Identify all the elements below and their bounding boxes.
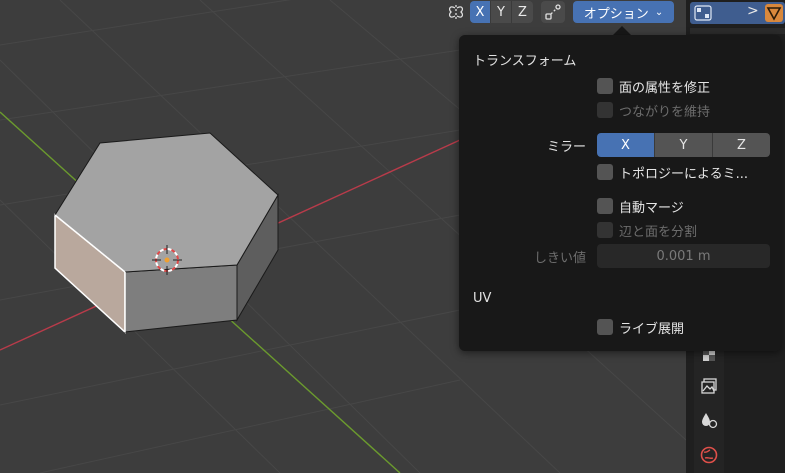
live-unwrap-label: ライブ展開	[619, 321, 685, 337]
outliner-selected-row[interactable]: >	[690, 2, 785, 24]
axis-z-button[interactable]: Z	[512, 1, 533, 23]
mirror-z-button[interactable]: Z	[713, 133, 770, 157]
correct-face-attributes-label: 面の属性を修正	[619, 80, 711, 96]
correct-face-attributes-checkbox[interactable]: 面の属性を修正	[597, 76, 710, 96]
topology-mirror-label: トポロジーによるミ...	[619, 166, 749, 182]
threshold-input[interactable]: 0.001 m	[597, 244, 770, 268]
chevron-right-icon[interactable]: >	[747, 3, 759, 19]
automerge-label: 自動マージ	[619, 200, 684, 216]
transform-section-title: トランスフォーム	[473, 54, 577, 69]
checkbox-box[interactable]	[597, 198, 613, 214]
options-label: オプション	[583, 6, 649, 22]
physics-tab-icon[interactable]	[694, 405, 724, 435]
uv-section-title: UV	[473, 291, 492, 306]
split-edges-faces-checkbox[interactable]: 辺と面を分割	[597, 220, 697, 240]
image-tab-icon[interactable]	[694, 371, 724, 401]
axis-y-button[interactable]: Y	[491, 1, 512, 23]
automerge-checkbox[interactable]: 自動マージ	[597, 196, 684, 216]
mirror-row-label: ミラー	[546, 140, 586, 155]
prism-front-face	[124, 264, 238, 333]
keep-connected-label: つながりを維持	[619, 104, 711, 120]
checkbox-box[interactable]	[597, 78, 613, 94]
outliner-next-row[interactable]	[690, 28, 785, 34]
object-icon	[694, 5, 712, 21]
mesh-data-icon	[765, 4, 783, 22]
options-dropdown-button[interactable]: オプション ⌄	[573, 1, 674, 23]
hexagonal-prism[interactable]	[54, 132, 279, 334]
snap-icon[interactable]	[541, 1, 565, 23]
chevron-down-icon: ⌄	[654, 6, 664, 18]
topology-mirror-checkbox[interactable]: トポロジーによるミ...	[597, 162, 748, 182]
axis-x-button[interactable]: X	[470, 1, 491, 23]
mirror-y-button[interactable]: Y	[655, 133, 713, 157]
split-edges-faces-label: 辺と面を分割	[619, 224, 698, 240]
checkbox-box[interactable]	[597, 102, 613, 118]
world-tab-icon[interactable]	[694, 440, 724, 470]
threshold-label: しきい値	[533, 251, 586, 266]
checkbox-box[interactable]	[597, 222, 613, 238]
mirror-x-button[interactable]: X	[597, 133, 655, 157]
mirror-butterfly-icon[interactable]	[444, 1, 468, 23]
keep-connected-checkbox[interactable]: つながりを維持	[597, 100, 710, 120]
live-unwrap-checkbox[interactable]: ライブ展開	[597, 317, 684, 337]
mirror-axis-segment[interactable]: X Y Z	[597, 133, 770, 157]
checkbox-box[interactable]	[597, 164, 613, 180]
checkbox-box[interactable]	[597, 319, 613, 335]
mirror-axis-toggle[interactable]: X Y Z	[470, 1, 533, 23]
